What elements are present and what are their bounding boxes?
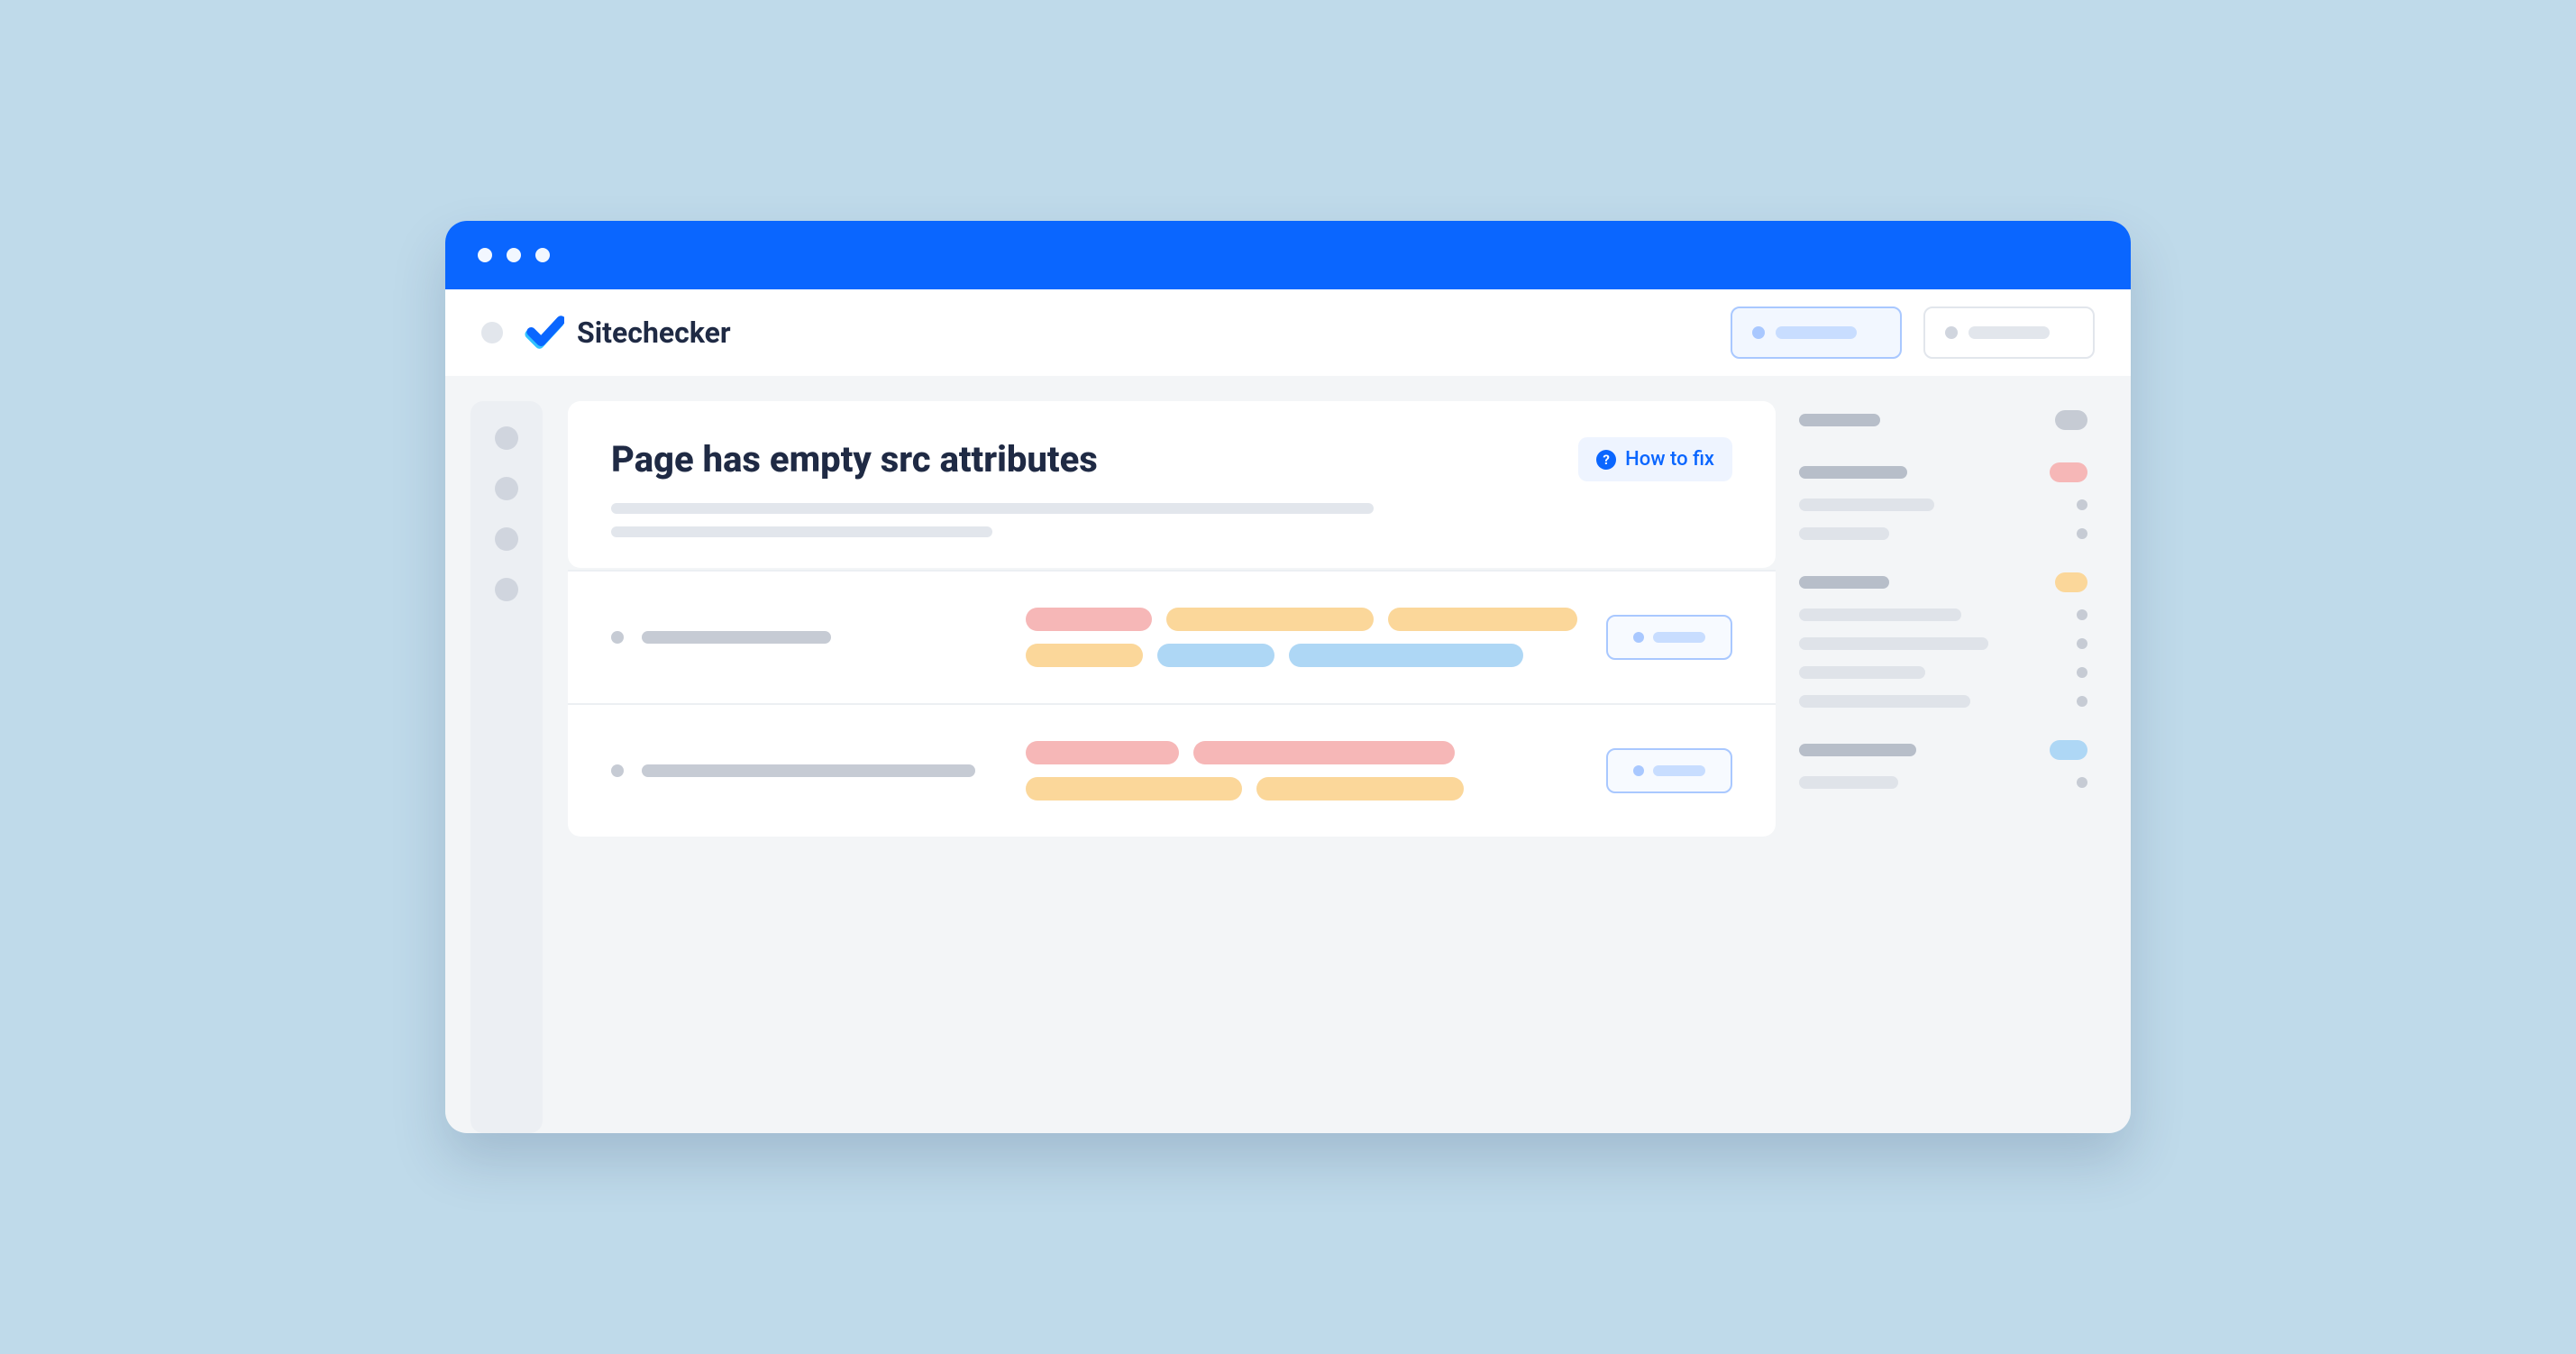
count-dot (2077, 638, 2087, 649)
side-panel (1799, 401, 2106, 1133)
brand-name: Sitechecker (577, 316, 731, 350)
url-placeholder (642, 764, 975, 777)
tag (1166, 608, 1374, 631)
browser-window: Sitechecker Page has empty src attribute… (445, 221, 2131, 1133)
placeholder-bar (1969, 326, 2050, 339)
tags-group (1026, 608, 1579, 667)
header-button-secondary[interactable] (1923, 306, 2095, 359)
count-dot (2077, 609, 2087, 620)
tag (1026, 741, 1179, 764)
issue-card: Page has empty src attributes ? How to f… (568, 401, 1776, 568)
list-item (568, 570, 1776, 703)
panel-heading (1799, 466, 1907, 479)
placeholder-dot (1945, 326, 1958, 339)
bullet-icon (611, 631, 624, 644)
panel-heading (1799, 744, 1916, 756)
how-to-fix-label: How to fix (1625, 448, 1714, 471)
help-icon: ? (1596, 450, 1616, 470)
tag (1289, 644, 1523, 667)
page-title: Page has empty src attributes (611, 438, 1560, 480)
count-dot (2077, 777, 2087, 788)
count-badge (2050, 462, 2087, 482)
panel-group (1799, 572, 2087, 708)
count-badge (2055, 410, 2087, 430)
count-badge (2050, 740, 2087, 760)
main-area: Page has empty src attributes ? How to f… (568, 401, 2106, 1133)
panel-heading (1799, 414, 1880, 426)
panel-item[interactable] (1799, 499, 1934, 511)
placeholder-bar (1653, 632, 1705, 643)
header-button-primary[interactable] (1731, 306, 1902, 359)
url-placeholder (642, 631, 831, 644)
menu-icon[interactable] (481, 322, 503, 343)
row-action-button[interactable] (1606, 748, 1732, 793)
placeholder-bar (1776, 326, 1857, 339)
tag (1193, 741, 1455, 764)
panel-item[interactable] (1799, 776, 1898, 789)
count-dot (2077, 696, 2087, 707)
bullet-icon (611, 764, 624, 777)
placeholder-dot (1633, 765, 1644, 776)
description-placeholder (611, 503, 1732, 537)
panel-heading (1799, 576, 1889, 589)
sidebar-item[interactable] (495, 477, 518, 500)
app-header: Sitechecker (445, 289, 2131, 376)
panel-item[interactable] (1799, 637, 1988, 650)
count-badge (2055, 572, 2087, 592)
sidebar-nav (470, 401, 543, 1133)
how-to-fix-button[interactable]: ? How to fix (1578, 437, 1732, 481)
count-dot (2077, 667, 2087, 678)
panel-group (1799, 410, 2087, 430)
sidebar-item[interactable] (495, 527, 518, 551)
tag (1256, 777, 1464, 801)
window-control-min[interactable] (507, 248, 521, 262)
placeholder-bar (1653, 765, 1705, 776)
panel-item[interactable] (1799, 608, 1961, 621)
app-body: Page has empty src attributes ? How to f… (445, 376, 2131, 1133)
row-action-button[interactable] (1606, 615, 1732, 660)
sidebar-item[interactable] (495, 578, 518, 601)
placeholder-dot (1752, 326, 1765, 339)
issue-list (568, 570, 1776, 837)
panel-item[interactable] (1799, 527, 1889, 540)
count-dot (2077, 528, 2087, 539)
tag (1026, 777, 1242, 801)
tag (1026, 644, 1143, 667)
tags-group (1026, 741, 1579, 801)
panel-group (1799, 740, 2087, 789)
placeholder-dot (1633, 632, 1644, 643)
window-titlebar (445, 221, 2131, 289)
brand-logo[interactable]: Sitechecker (525, 313, 731, 352)
check-icon (525, 313, 564, 352)
panel-item[interactable] (1799, 695, 1970, 708)
list-item (568, 703, 1776, 837)
tag (1157, 644, 1274, 667)
sidebar-item[interactable] (495, 426, 518, 450)
window-control-max[interactable] (535, 248, 550, 262)
panel-item[interactable] (1799, 666, 1925, 679)
window-control-close[interactable] (478, 248, 492, 262)
tag (1388, 608, 1577, 631)
content-column: Page has empty src attributes ? How to f… (568, 401, 1776, 1133)
tag (1026, 608, 1152, 631)
count-dot (2077, 499, 2087, 510)
panel-group (1799, 462, 2087, 540)
stage: Sitechecker Page has empty src attribute… (36, 0, 2540, 1354)
